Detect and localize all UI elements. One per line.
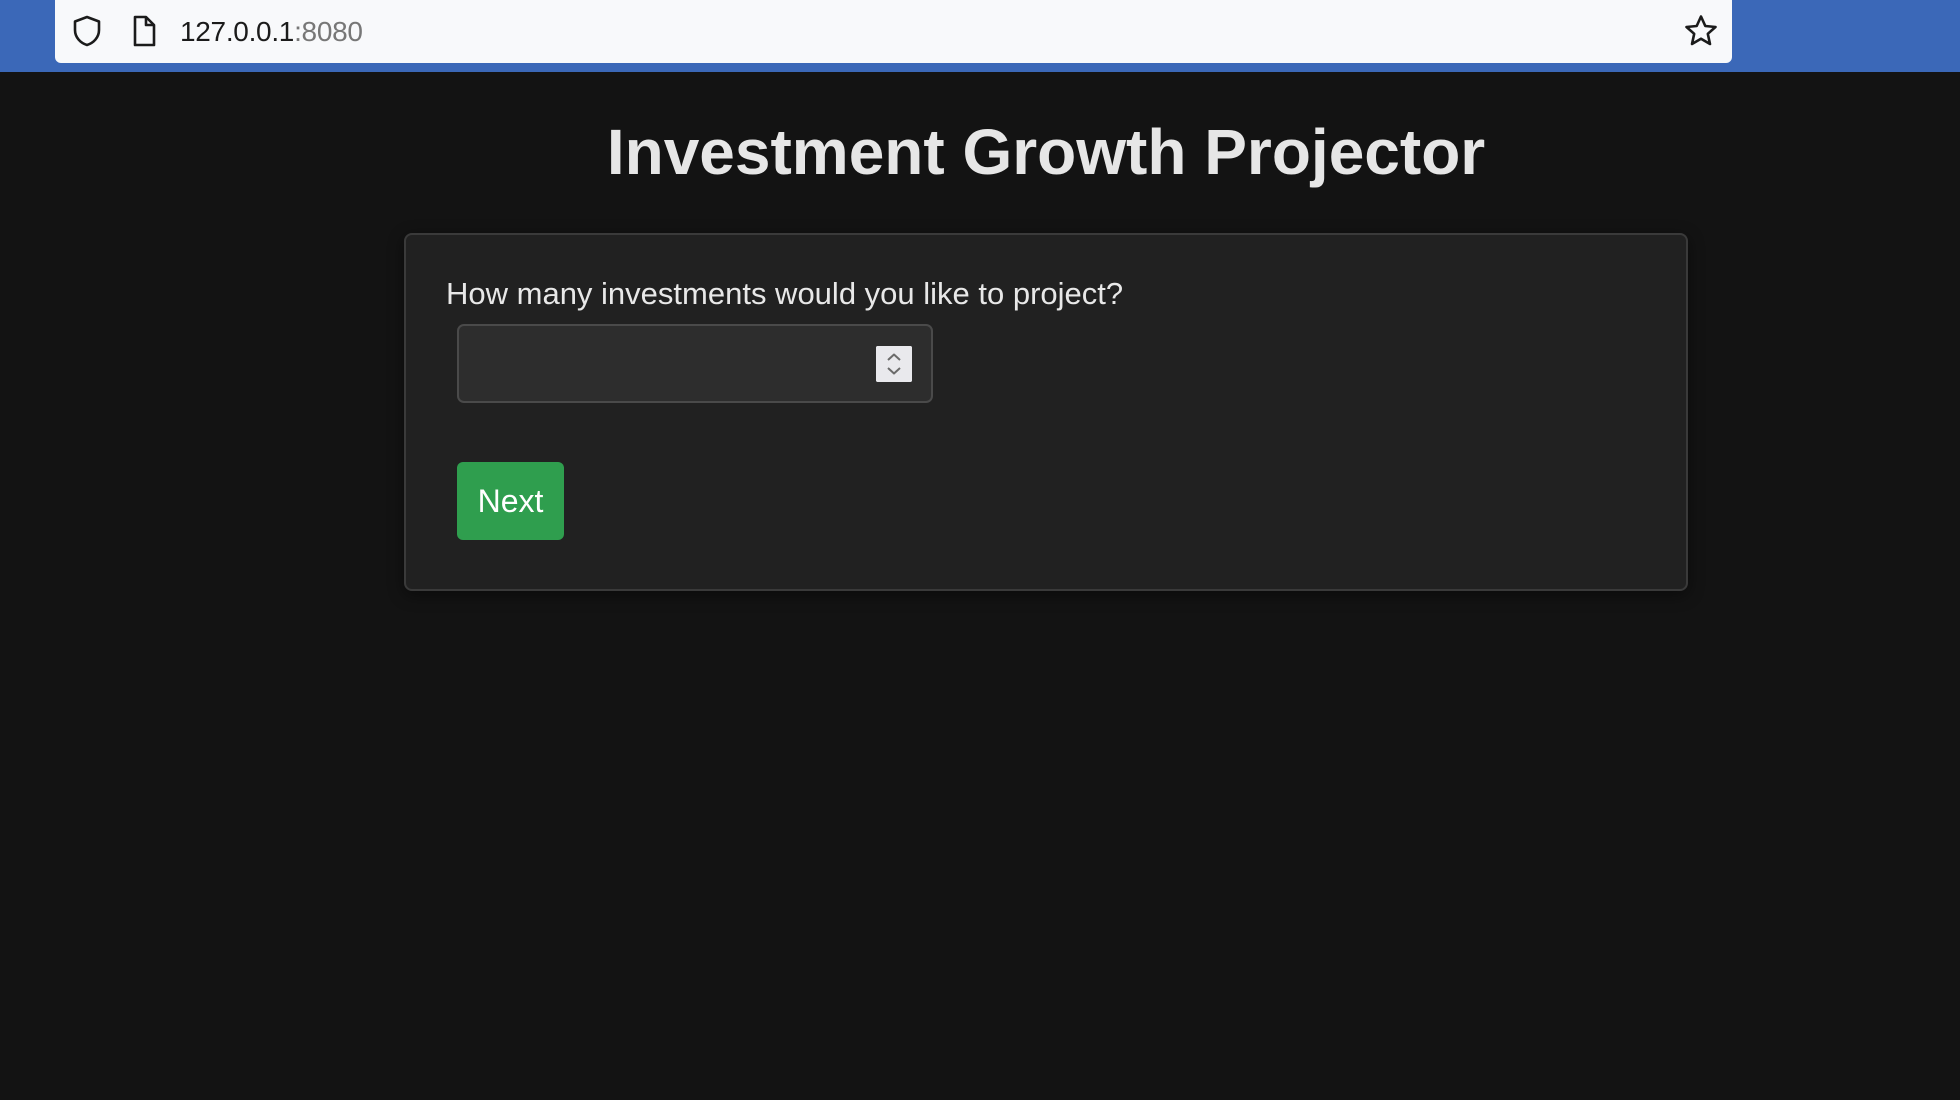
- page-title: Investment Growth Projector: [606, 116, 1486, 188]
- url-port: :8080: [294, 16, 363, 47]
- star-icon[interactable]: [1683, 13, 1719, 49]
- browser-toolbar: 127.0.0.1:8080: [0, 0, 1960, 72]
- next-button[interactable]: Next: [457, 462, 564, 540]
- form-card: How many investments would you like to p…: [404, 233, 1688, 591]
- url-bar[interactable]: 127.0.0.1:8080: [55, 0, 1732, 63]
- url-text[interactable]: 127.0.0.1:8080: [180, 15, 363, 49]
- page-icon: [133, 15, 156, 47]
- shield-icon[interactable]: [70, 14, 104, 48]
- investment-count-label: How many investments would you like to p…: [446, 276, 1124, 311]
- investment-count-input[interactable]: [457, 324, 933, 403]
- spin-stepper-icon[interactable]: [876, 346, 912, 382]
- url-host: 127.0.0.1: [180, 16, 295, 47]
